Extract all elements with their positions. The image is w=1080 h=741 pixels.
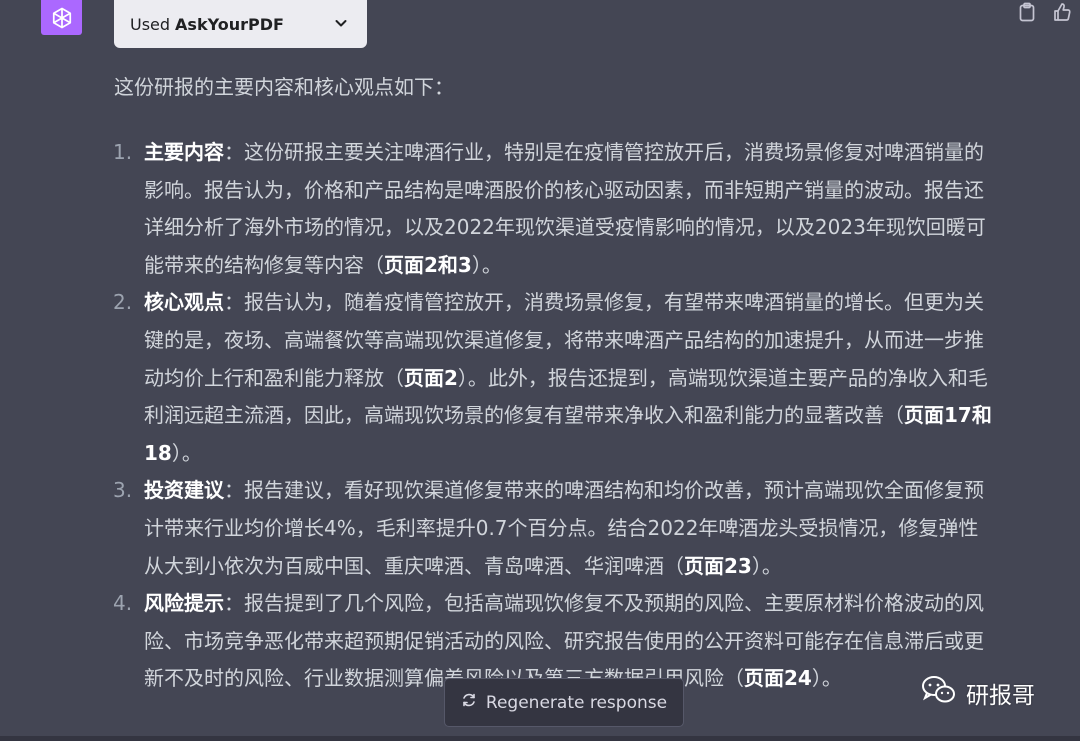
chat-response-view: Used AskYourPDF 这份研报的主要内容和核心观点如下： 1. 主要内容… [0,0,1080,741]
watermark-text: 研报哥 [966,683,1035,709]
response-list: 1. 主要内容：这份研报主要关注啤酒行业，特别是在疫情管控放开后，消费场景修复对啤… [113,134,993,698]
list-item: 2. 核心观点：报告认为，随着疫情管控放开，消费场景修复，有望带来啤酒销量的增长。… [113,284,993,472]
watermark: 研报哥 [920,674,1035,712]
list-number: 1. [113,140,133,164]
list-number: 4. [113,591,133,616]
plugin-used-label: Used [130,14,171,34]
wechat-icon [920,674,958,712]
item-end: ）。 [751,553,782,578]
chevron-down-icon [333,15,349,35]
item-title: 投资建议 [144,478,224,503]
list-item: 1. 主要内容：这份研报主要关注啤酒行业，特别是在疫情管控放开后，消费场景修复对啤… [113,134,993,284]
refresh-icon [461,692,477,713]
openai-logo-icon [41,0,82,35]
item-body: ：报告提到了几个风险，包括高端现饮修复不及预期的风险、主要原材料价格波动的风险、… [144,591,984,691]
thumbs-up-icon[interactable] [1052,2,1072,26]
item-end: ）。 [471,252,502,277]
item-title: 核心观点 [144,290,224,315]
page-reference: 页面24 [744,666,812,691]
page-reference: 页面2 [404,365,458,390]
item-end: ）。 [811,666,842,691]
list-number: 2. [113,290,133,315]
clipboard-icon[interactable] [1018,2,1036,26]
item-title: 风险提示 [144,591,224,616]
response-intro: 这份研报的主要内容和核心观点如下： [114,75,454,99]
message-actions [1018,2,1072,26]
list-number: 3. [113,478,133,503]
bottom-divider [0,736,1080,741]
page-reference: 页面2和3 [384,252,472,277]
item-end: ）。 [171,440,202,465]
page-reference: 页面23 [684,553,752,578]
plugin-used-toggle[interactable]: Used AskYourPDF [114,0,367,48]
item-title: 主要内容 [144,140,224,164]
item-body: ：报告建议，看好现饮渠道修复带来的啤酒结构和均价改善，预计高端现饮全面修复预计带… [144,478,984,578]
item-body: ：这份研报主要关注啤酒行业，特别是在疫情管控放开后，消费场景修复对啤酒销量的影响… [144,140,986,277]
list-item: 3. 投资建议：报告建议，看好现饮渠道修复带来的啤酒结构和均价改善，预计高端现饮全… [113,472,993,585]
plugin-name: AskYourPDF [175,14,284,34]
regenerate-response-button[interactable]: Regenerate response [444,678,684,727]
regenerate-label: Regenerate response [485,692,668,713]
